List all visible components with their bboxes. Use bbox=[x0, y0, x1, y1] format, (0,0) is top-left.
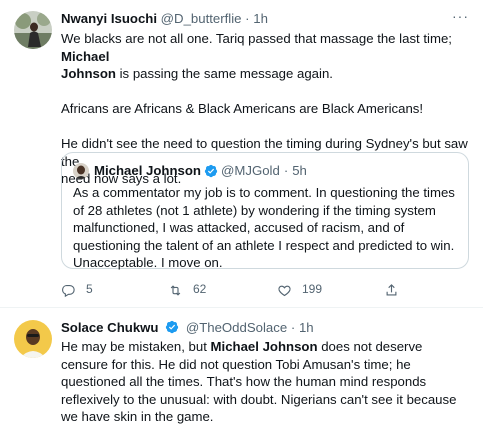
text-segment: is passing the same message again. bbox=[119, 66, 333, 81]
text-segment: We blacks are not all one. Tariq passed … bbox=[61, 31, 452, 46]
quoted-author-handle: @MJGold bbox=[220, 163, 280, 179]
quoted-author-name: Michael Johnson bbox=[94, 163, 201, 179]
separator-dot: · bbox=[290, 320, 296, 335]
text-segment: He may be mistaken, but bbox=[61, 339, 207, 354]
paragraph-2: Africans are Africans & Black Americans … bbox=[61, 101, 424, 116]
avatar[interactable] bbox=[14, 11, 52, 49]
quoted-tweet[interactable]: Michael Johnson @MJGold · 5h As a commen… bbox=[61, 152, 469, 270]
author-name[interactable]: Solace Chukwu bbox=[61, 320, 158, 335]
author-name[interactable]: Nwanyi Isuochi bbox=[61, 11, 157, 26]
mention-bold: Michael Johnson bbox=[210, 339, 318, 354]
avatar-photo-icon bbox=[14, 320, 52, 358]
tweet-nwanyi[interactable]: Nwanyi Isuochi @D_butterflie · 1h ··· We… bbox=[0, 0, 483, 308]
verified-badge-icon bbox=[204, 164, 218, 178]
tweet-header: Nwanyi Isuochi @D_butterflie · 1h bbox=[61, 10, 268, 28]
more-options-icon[interactable]: ··· bbox=[452, 8, 469, 26]
share-icon bbox=[386, 283, 397, 295]
reply-icon bbox=[62, 284, 75, 297]
tweet-header: Solace Chukwu @TheOddSolace · 1h bbox=[61, 319, 314, 337]
reply-count: 5 bbox=[86, 282, 93, 297]
tweet-solace[interactable]: Solace Chukwu @TheOddSolace · 1h He may … bbox=[0, 309, 483, 424]
quoted-avatar-photo-icon bbox=[73, 163, 89, 179]
separator-dot: · bbox=[245, 11, 250, 26]
mention-bold: Michael bbox=[61, 48, 110, 64]
share-button[interactable] bbox=[384, 280, 409, 300]
retweet-button[interactable]: 62 bbox=[168, 280, 206, 300]
paragraph-1: We blacks are not all one. Tariq passed … bbox=[61, 30, 471, 83]
mention-bold: Johnson bbox=[61, 66, 116, 81]
heart-icon bbox=[278, 285, 291, 296]
quoted-avatar bbox=[73, 163, 89, 179]
retweet-icon bbox=[170, 284, 181, 296]
retweet-count: 62 bbox=[193, 282, 207, 297]
separator-dot: · bbox=[283, 163, 289, 179]
avatar[interactable] bbox=[14, 320, 52, 358]
author-handle[interactable]: @D_butterflie bbox=[161, 11, 242, 26]
quoted-tweet-header: Michael Johnson @MJGold · 5h bbox=[73, 162, 307, 180]
like-button[interactable]: 199 bbox=[277, 280, 322, 300]
timestamp[interactable]: 1h bbox=[299, 320, 314, 335]
author-handle[interactable]: @TheOddSolace bbox=[186, 320, 287, 335]
verified-badge-icon bbox=[166, 320, 179, 334]
quoted-timestamp: 5h bbox=[292, 163, 307, 179]
like-count: 199 bbox=[302, 282, 323, 297]
avatar-photo-icon bbox=[14, 11, 52, 49]
quoted-tweet-text: As a commentator my job is to comment. I… bbox=[73, 185, 455, 270]
tweet-text: He may be mistaken, but Michael Johnson … bbox=[61, 338, 471, 426]
action-bar: 5 62 199 bbox=[61, 280, 461, 300]
reply-button[interactable]: 5 bbox=[61, 280, 93, 300]
timestamp[interactable]: 1h bbox=[253, 11, 268, 26]
